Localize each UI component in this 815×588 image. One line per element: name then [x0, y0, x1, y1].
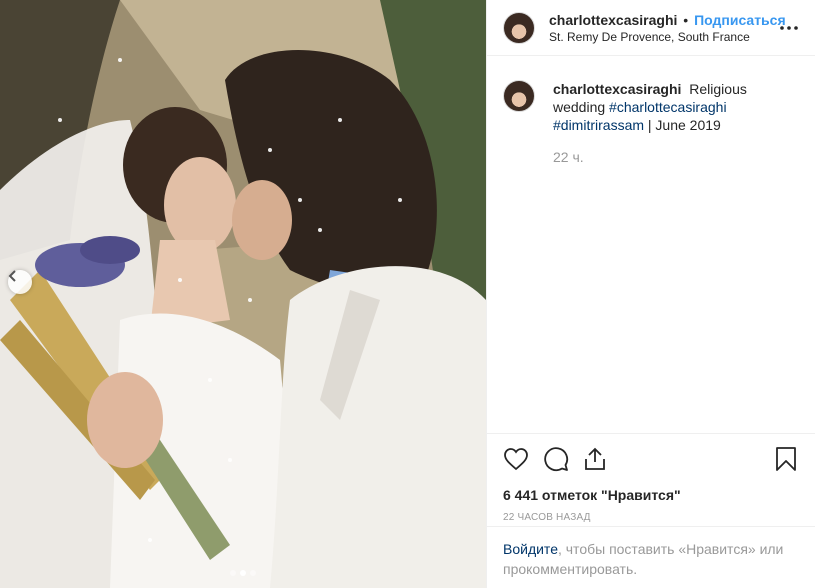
carousel-prev-button[interactable]: [8, 270, 32, 294]
carousel-dot: [250, 570, 256, 576]
caption-text: charlottexcasiraghi Religious wedding #c…: [553, 80, 793, 134]
avatar[interactable]: [503, 80, 535, 112]
bookmark-icon: [776, 447, 796, 471]
wedding-photo-illustration: [0, 0, 486, 588]
header-row: charlottexcasiraghi • Подписаться: [549, 11, 786, 29]
hashtag-link[interactable]: #charlottecasiraghi: [609, 99, 727, 115]
location-link[interactable]: St. Remy De Provence, South France: [549, 29, 777, 45]
login-link[interactable]: Войдите: [503, 541, 558, 557]
heart-icon: [504, 448, 528, 471]
carousel-dot-active: [240, 570, 246, 576]
avatar[interactable]: [503, 11, 535, 44]
caption-text-after: | June 2019: [647, 117, 721, 133]
post-header: charlottexcasiraghi • Подписаться St. Re…: [487, 0, 815, 56]
post-photo[interactable]: [0, 0, 486, 588]
like-button[interactable]: [503, 439, 543, 479]
comment-button[interactable]: [543, 439, 583, 479]
username-link[interactable]: charlottexcasiraghi: [549, 12, 677, 28]
likes-count[interactable]: 6 441 отметок "Нравится": [503, 486, 799, 504]
post-time-ago[interactable]: 22 часов назад: [503, 512, 799, 523]
caption-username-link[interactable]: charlottexcasiraghi: [553, 81, 681, 97]
action-bar: [503, 434, 799, 484]
more-options-button[interactable]: [777, 16, 801, 40]
post-header-text: charlottexcasiraghi • Подписаться St. Re…: [549, 11, 786, 45]
separator-dot: •: [683, 11, 689, 28]
carousel-indicator: [0, 570, 486, 576]
chevron-left-icon: [8, 270, 16, 282]
caption-comment: charlottexcasiraghi Religious wedding #c…: [487, 56, 815, 166]
hashtag-link[interactable]: #dimitrirassam: [553, 117, 644, 133]
post-actions-section: 6 441 отметок "Нравится" 22 часов назад: [487, 433, 815, 523]
carousel-dot: [230, 570, 236, 576]
login-prompt: Войдите, чтобы поставить «Нравится» или …: [487, 526, 815, 588]
caption-body: charlottexcasiraghi Religious wedding #c…: [553, 80, 793, 166]
save-button[interactable]: [775, 439, 799, 479]
comment-icon: [544, 447, 569, 472]
share-button[interactable]: [583, 439, 623, 479]
more-horizontal-icon: [780, 25, 798, 30]
share-icon: [585, 447, 605, 470]
caption-timestamp[interactable]: 22 ч.: [553, 148, 793, 166]
follow-button[interactable]: Подписаться: [694, 12, 786, 28]
post-side-panel: charlottexcasiraghi • Подписаться St. Re…: [486, 0, 815, 588]
